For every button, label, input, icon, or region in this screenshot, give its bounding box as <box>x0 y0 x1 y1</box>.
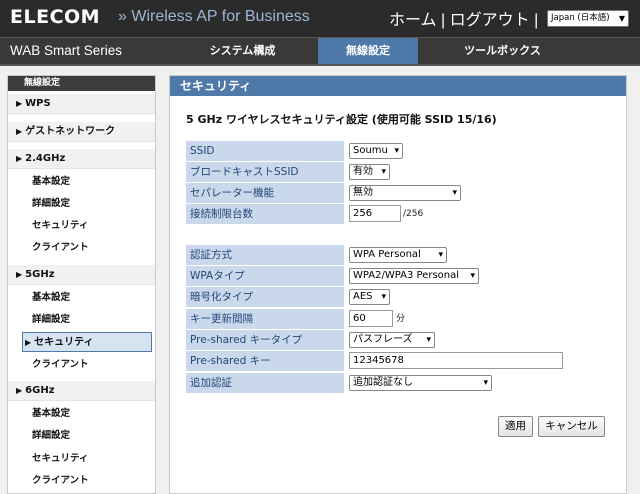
row-key-interval: キー更新間隔 60 分 <box>186 309 610 329</box>
content-panel: セキュリティ 5 GHz ワイヤレスセキュリティ設定 (使用可能 SSID 15… <box>169 75 627 494</box>
main-nav: WAB Smart Series システム構成 無線設定 ツールボックス <box>0 38 640 66</box>
key-interval-input[interactable]: 60 <box>349 310 393 327</box>
sidebar-item-6-client[interactable]: クライアント <box>8 471 155 491</box>
top-header: ELECOM » Wireless AP for Business ホーム | … <box>0 0 640 38</box>
sidebar-item-wps[interactable]: ▶ WPS <box>8 94 155 114</box>
sidebar-item-6-basic[interactable]: 基本設定 <box>8 404 155 424</box>
sidebar-item-24-security[interactable]: セキュリティ <box>8 216 155 236</box>
triangle-right-icon: ▶ <box>16 386 23 395</box>
broadcast-ssid-select[interactable]: 有効 ▾ <box>349 164 390 180</box>
broadcast-ssid-label: ブロードキャストSSID <box>186 162 344 182</box>
extra-auth-label: 追加認証 <box>186 373 344 393</box>
apply-button[interactable]: 適用 <box>498 416 533 437</box>
language-value: Japan (日本語) <box>551 13 610 23</box>
chevron-down-icon: ▾ <box>483 378 488 388</box>
separator-label: セパレーター機能 <box>186 183 344 203</box>
logout-link[interactable]: ログアウト <box>450 12 530 29</box>
row-max-clients: 接続制限台数 256 /256 <box>186 204 610 224</box>
chevron-down-icon: ▾ <box>381 292 386 302</box>
sidebar: 無線設定 ▶ WPS ▶ ゲストネットワーク ▶ 2.4GHz 基本設定 詳細設定 セ… <box>7 75 156 494</box>
triangle-right-icon: ▶ <box>16 154 23 163</box>
key-interval-suffix: 分 <box>396 314 406 324</box>
top-separator-2: | <box>534 12 539 29</box>
row-psk: Pre-shared キー 12345678 <box>186 351 610 371</box>
elecom-logo: ELECOM <box>10 6 101 28</box>
psk-type-select[interactable]: パスフレーズ ▾ <box>349 332 435 348</box>
top-separator: | <box>440 12 446 29</box>
sidebar-item-24-basic[interactable]: 基本設定 <box>8 172 155 192</box>
wpa-type-label: WPAタイプ <box>186 266 344 286</box>
chevron-down-icon: ▾ <box>438 250 443 260</box>
key-interval-label: キー更新間隔 <box>186 309 344 329</box>
row-broadcast-ssid: ブロードキャストSSID 有効 ▾ <box>186 162 610 182</box>
sidebar-item-24ghz[interactable]: ▶ 2.4GHz <box>8 149 155 169</box>
chevron-down-icon: ▾ <box>452 188 457 198</box>
sidebar-item-guest-network[interactable]: ▶ ゲストネットワーク <box>8 122 155 142</box>
cancel-button[interactable]: キャンセル <box>538 416 605 437</box>
wpa-type-select[interactable]: WPA2/WPA3 Personal ▾ <box>349 268 479 284</box>
sidebar-item-6-security[interactable]: セキュリティ <box>8 449 155 469</box>
max-clients-suffix: /256 <box>403 209 424 219</box>
psk-input[interactable]: 12345678 <box>349 352 563 369</box>
sidebar-item-5-client[interactable]: クライアント <box>8 355 155 375</box>
row-encryption: 暗号化タイプ AES ▾ <box>186 287 610 307</box>
ssid-select[interactable]: Soumu ▾ <box>349 143 403 159</box>
sidebar-item-6ghz[interactable]: ▶ 6GHz <box>8 381 155 401</box>
encryption-label: 暗号化タイプ <box>186 287 344 307</box>
auth-method-select[interactable]: WPA Personal ▾ <box>349 247 447 263</box>
sidebar-item-24-client[interactable]: クライアント <box>8 238 155 258</box>
max-clients-input[interactable]: 256 <box>349 205 401 222</box>
language-select[interactable]: Japan (日本語) ▼ <box>547 10 629 27</box>
chevron-down-icon: ▾ <box>470 271 475 281</box>
triangle-right-icon: ▶ <box>16 99 23 108</box>
product-name: » Wireless AP for Business <box>118 8 310 25</box>
sidebar-item-5-advanced[interactable]: 詳細設定 <box>8 310 155 330</box>
home-link[interactable]: ホーム <box>389 12 437 29</box>
psk-label: Pre-shared キー <box>186 351 344 371</box>
sidebar-item-5ghz[interactable]: ▶ 5GHz <box>8 265 155 285</box>
encryption-select[interactable]: AES ▾ <box>349 289 390 305</box>
separator-select[interactable]: 無効 ▾ <box>349 185 461 201</box>
triangle-right-icon: ▶ <box>16 270 23 279</box>
chevron-down-icon: ▾ <box>381 167 386 177</box>
sidebar-item-5-basic[interactable]: 基本設定 <box>8 288 155 308</box>
extra-auth-select[interactable]: 追加認証なし ▾ <box>349 375 492 391</box>
ssid-label: SSID <box>186 141 344 161</box>
max-clients-label: 接続制限台数 <box>186 204 344 224</box>
row-extra-auth: 追加認証 追加認証なし ▾ <box>186 373 610 393</box>
row-separator: セパレーター機能 無効 ▾ <box>186 183 610 203</box>
section-title: 5 GHz ワイヤレスセキュリティ設定 (使用可能 SSID 15/16) <box>186 113 497 126</box>
chevron-down-icon: ▼ <box>618 14 625 23</box>
sidebar-item-5-security[interactable]: ▶ セキュリティ <box>22 332 152 352</box>
chevron-down-icon: ▾ <box>426 335 431 345</box>
row-auth-method: 認証方式 WPA Personal ▾ <box>186 245 610 265</box>
row-psk-type: Pre-shared キータイプ パスフレーズ ▾ <box>186 330 610 350</box>
auth-method-label: 認証方式 <box>186 245 344 265</box>
tab-wireless[interactable]: 無線設定 <box>318 38 418 64</box>
sidebar-heading: 無線設定 <box>8 76 155 91</box>
tab-system[interactable]: システム構成 <box>180 38 305 64</box>
page-title: セキュリティ <box>170 76 626 96</box>
row-wpa-type: WPAタイプ WPA2/WPA3 Personal ▾ <box>186 266 610 286</box>
triangle-right-icon: ▶ <box>25 338 32 347</box>
series-title: WAB Smart Series <box>10 43 123 58</box>
triangle-right-icon: ▶ <box>16 127 23 136</box>
chevron-down-icon: ▾ <box>394 146 399 156</box>
sidebar-item-24-advanced[interactable]: 詳細設定 <box>8 194 155 214</box>
row-ssid: SSID Soumu ▾ <box>186 141 610 161</box>
tab-toolbox[interactable]: ツールボックス <box>440 38 565 64</box>
sidebar-item-6-advanced[interactable]: 詳細設定 <box>8 426 155 446</box>
top-links: ホーム | ログアウト | <box>389 6 538 30</box>
psk-type-label: Pre-shared キータイプ <box>186 330 344 350</box>
